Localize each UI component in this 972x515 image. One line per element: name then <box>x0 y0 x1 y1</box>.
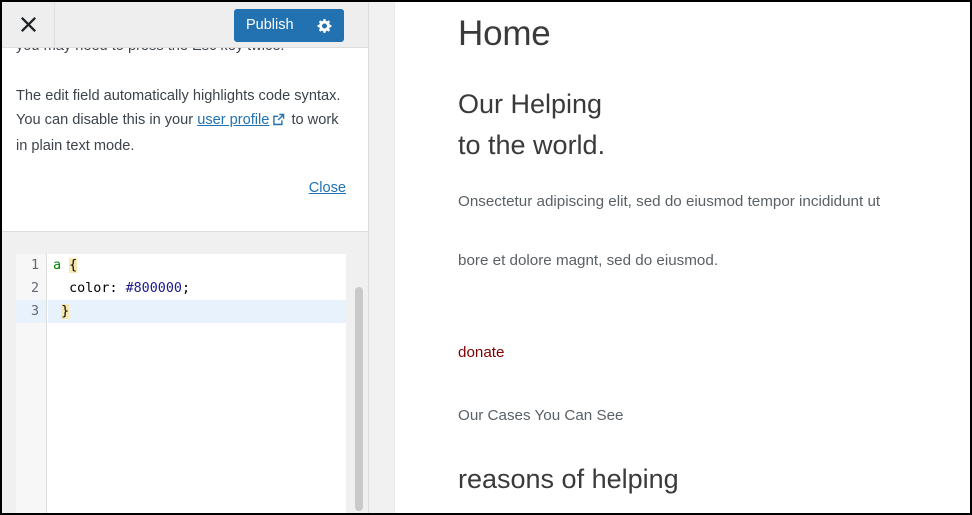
notice-line-2: The edit field automatically highlights … <box>16 84 342 158</box>
code-token-value: #800000 <box>125 281 182 296</box>
notice-close-wrap: Close <box>309 179 346 197</box>
publish-button[interactable]: Publish <box>234 9 344 42</box>
preview-left-gutter <box>369 2 395 513</box>
preview-cases-text: Our Cases You Can See <box>458 407 624 424</box>
close-x-icon <box>20 16 37 33</box>
css-code-editor[interactable]: 1 2 3 a { color: #800000; } <box>16 254 346 513</box>
preview-page-title: Home <box>458 14 551 53</box>
site-preview: Home Our Helping to the world. Onsectetu… <box>369 2 970 513</box>
close-notice-link[interactable]: Close <box>309 180 346 196</box>
code-token-property: color <box>53 281 110 296</box>
editor-code-line[interactable]: color: #800000; <box>48 277 346 300</box>
editor-line-number: 3 <box>16 300 46 323</box>
gear-icon[interactable] <box>316 17 334 35</box>
code-token-brace: } <box>61 304 70 319</box>
preview-donate-link[interactable]: donate <box>458 344 504 361</box>
editor-code-area[interactable]: a { color: #800000; } <box>48 254 346 513</box>
external-link-icon <box>272 110 285 134</box>
preview-hero-heading: Our Helping to the world. <box>458 89 606 160</box>
customizer-panel: Publish you may need to press the Esc ke… <box>2 2 368 513</box>
code-token-punctuation <box>53 304 61 319</box>
editor-scrollbar-thumb[interactable] <box>355 287 363 511</box>
publish-button-label: Publish <box>246 17 294 34</box>
customizer-screen: Publish you may need to press the Esc ke… <box>0 0 972 515</box>
editor-code-line[interactable]: a { <box>48 254 346 277</box>
notice-line-1: you may need to press the Esc key twice. <box>16 48 356 58</box>
code-token-punctuation: : <box>109 281 126 296</box>
preview-paragraph-1: Onsectetur adipiscing elit, sed do eiusm… <box>458 193 881 210</box>
editor-line-number-gutter: 1 2 3 <box>16 254 47 513</box>
close-customizer-button[interactable] <box>2 2 55 47</box>
code-token-brace: { <box>69 258 78 273</box>
editor-code-line[interactable]: } <box>48 300 346 323</box>
editor-line-number: 2 <box>30 281 39 296</box>
editor-help-notice: you may need to press the Esc key twice.… <box>2 48 368 232</box>
code-token-punctuation: ; <box>182 281 191 296</box>
user-profile-link[interactable]: user profile <box>197 112 269 128</box>
preview-section-heading: reasons of helping <box>458 464 679 494</box>
code-token-selector: a <box>53 258 70 273</box>
preview-paragraph-2: bore et dolore magnt, sed do eiusmod. <box>458 252 719 269</box>
preview-content: Home Our Helping to the world. Onsectetu… <box>396 2 970 513</box>
customizer-header: Publish <box>2 2 368 48</box>
editor-line-number: 1 <box>30 258 39 273</box>
